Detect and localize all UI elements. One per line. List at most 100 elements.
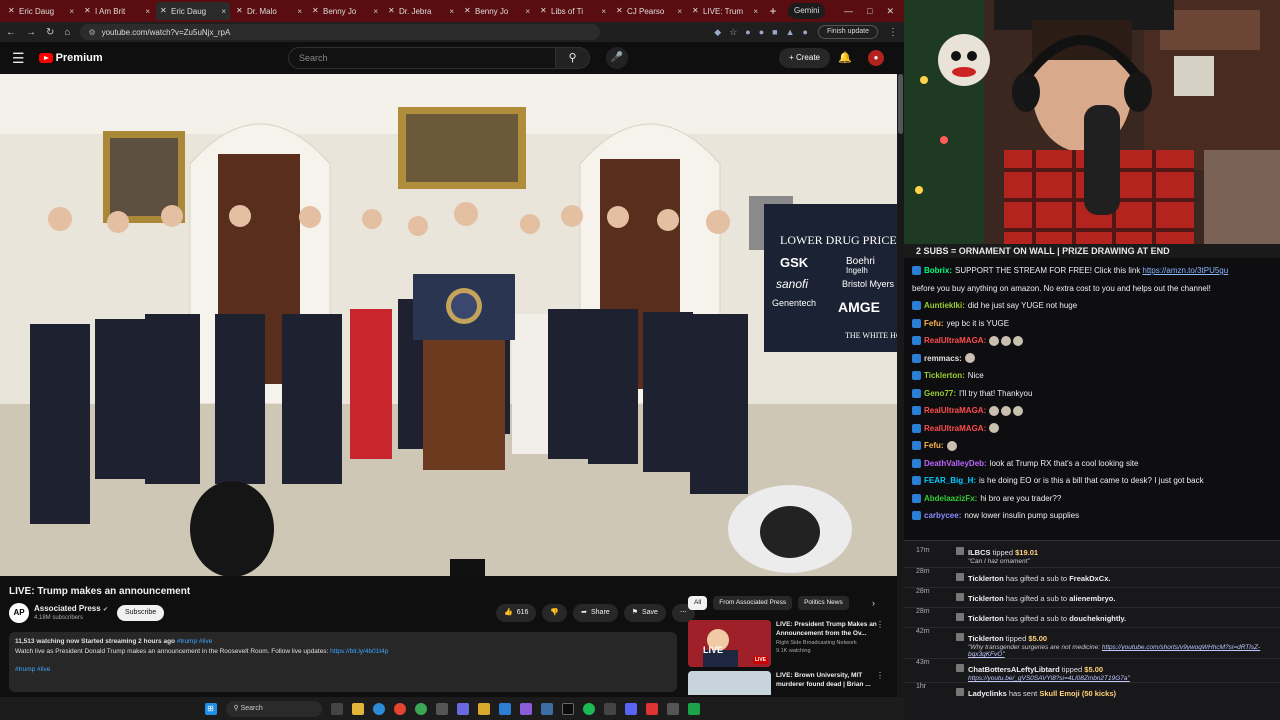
account-avatar[interactable]: ●	[868, 50, 884, 66]
finish-update-button[interactable]: Finish update	[817, 25, 878, 39]
chat-username[interactable]: Ticklerton:	[924, 367, 965, 385]
save-button[interactable]: ⚑ Save	[623, 604, 666, 622]
recommendation-thumbnail[interactable]: LIVE LIVE	[688, 620, 771, 667]
subscribe-button[interactable]: Subscribe	[117, 605, 165, 621]
channel-name[interactable]: Associated Press ✔	[34, 604, 108, 613]
app-icon[interactable]	[666, 702, 679, 715]
taskbar-search[interactable]: ⚲ Search	[225, 700, 322, 717]
chat-username[interactable]: carbycee:	[924, 507, 961, 525]
windows-start-icon[interactable]: ⊞	[204, 702, 217, 715]
recommendation-menu-icon[interactable]: ⋮	[876, 620, 884, 629]
description-inline-tags[interactable]: #trump #live	[177, 638, 212, 645]
filter-chip[interactable]: Politics News	[798, 596, 849, 610]
event-user[interactable]: Ticklerton	[968, 594, 1004, 603]
share-button[interactable]: ➦ Share	[573, 604, 618, 622]
description-link[interactable]: https://bit.ly/4b01t4p	[330, 648, 388, 655]
tab-close-icon[interactable]: ×	[297, 7, 302, 16]
video-player[interactable]: LOWER DRUG PRICES GSK Boehri Ingelh sano…	[0, 74, 897, 576]
filter-chip[interactable]: All	[688, 596, 708, 610]
app-icon[interactable]	[435, 702, 448, 715]
app-icon[interactable]	[456, 702, 469, 715]
chat-username[interactable]: RealUltraMAGA:	[924, 420, 986, 438]
browser-tab[interactable]: ✕ Eric Daug ×	[156, 2, 230, 20]
tab-close-icon[interactable]: ×	[753, 7, 758, 16]
dislike-button[interactable]: 👎	[542, 604, 568, 622]
browser-tab[interactable]: ✕ Benny Jo ×	[308, 2, 382, 20]
tab-close-icon[interactable]: ×	[221, 7, 226, 16]
tab-close-icon[interactable]: ×	[69, 7, 74, 16]
gemini-button[interactable]: Gemini	[788, 3, 826, 19]
reload-icon[interactable]: ↻	[46, 27, 54, 38]
search-button[interactable]: ⚲	[556, 47, 590, 69]
event-user[interactable]: ILBCS	[968, 548, 991, 557]
browser-tab[interactable]: ✕ CJ Pearso ×	[612, 2, 686, 20]
event-target-user[interactable]: alienembryo.	[1069, 594, 1115, 603]
extension-icon[interactable]: ●	[745, 27, 750, 38]
app-icon[interactable]	[561, 702, 574, 715]
close-icon[interactable]: ✕	[886, 6, 894, 17]
channel-avatar[interactable]: AP	[9, 603, 29, 623]
star-icon[interactable]: ☆	[729, 27, 737, 38]
tab-close-icon[interactable]: ×	[449, 7, 454, 16]
folder-icon[interactable]	[477, 702, 490, 715]
chat-username[interactable]: Fefu:	[924, 437, 944, 455]
notifications-bell-icon[interactable]: 🔔	[838, 51, 852, 64]
tab-close-icon[interactable]: ×	[525, 7, 530, 16]
forward-icon[interactable]: →	[26, 27, 36, 38]
chat-username[interactable]: FEAR_Big_H:	[924, 472, 976, 490]
recommendation-item[interactable]: LIVE: Brown University, MIT murderer fou…	[688, 671, 884, 695]
task-view-icon[interactable]	[330, 702, 343, 715]
app-icon[interactable]	[498, 702, 511, 715]
filter-chip[interactable]: From Associated Press	[713, 596, 793, 610]
extension-icon[interactable]: ◆	[714, 27, 721, 38]
chevron-right-icon[interactable]: ›	[872, 598, 875, 608]
event-user[interactable]: Ladyclinks	[968, 689, 1007, 698]
tab-close-icon[interactable]: ×	[677, 7, 682, 16]
profile-icon[interactable]: ●	[803, 27, 808, 38]
browser-tab[interactable]: ✕ I Am Brit ×	[80, 2, 154, 20]
app-icon[interactable]	[603, 702, 616, 715]
app-icon[interactable]	[645, 702, 658, 715]
chat-username[interactable]: Auntieklki:	[924, 297, 965, 315]
browser-tab[interactable]: ✕ LIVE: Trum ×	[688, 2, 762, 20]
puzzle-icon[interactable]: ▲	[786, 27, 795, 38]
chat-username[interactable]: Geno77:	[924, 385, 956, 403]
like-button[interactable]: 👍 616	[496, 604, 537, 622]
browser-tab[interactable]: ✕ Dr. Malo ×	[232, 2, 306, 20]
chat-username[interactable]: RealUltraMAGA:	[924, 402, 986, 420]
chat-link[interactable]: https://amzn.to/3tPU5gu	[1142, 262, 1228, 280]
file-explorer-icon[interactable]	[351, 702, 364, 715]
app-icon[interactable]	[540, 702, 553, 715]
app-icon[interactable]	[624, 702, 637, 715]
home-icon[interactable]: ⌂	[64, 27, 70, 38]
hamburger-menu-icon[interactable]: ☰	[12, 50, 25, 67]
description-tags[interactable]: #trump #live	[15, 665, 671, 675]
event-user[interactable]: Ticklerton	[968, 574, 1004, 583]
chat-username[interactable]: AbdelaazizFx:	[924, 490, 977, 508]
recommendation-title[interactable]: LIVE: President Trump Makes an Announcem…	[776, 620, 879, 638]
voice-search-button[interactable]: 🎤	[606, 47, 628, 69]
extension-icon[interactable]: ●	[759, 27, 764, 38]
chrome-icon[interactable]	[414, 702, 427, 715]
browser-tab[interactable]: ✕ Libs of Ti ×	[536, 2, 610, 20]
edge-icon[interactable]	[372, 702, 385, 715]
menu-dots-icon[interactable]: ⋮	[888, 27, 898, 38]
extension-icon[interactable]: ■	[772, 27, 777, 38]
chat-username[interactable]: DeathValleyDeb:	[924, 455, 987, 473]
tab-close-icon[interactable]: ×	[601, 7, 606, 16]
youtube-logo[interactable]: Premium	[38, 52, 103, 64]
browser-tab[interactable]: ✕ Dr. Jebra ×	[384, 2, 458, 20]
browser-tab[interactable]: ✕ Benny Jo ×	[460, 2, 534, 20]
app-icon[interactable]	[687, 702, 700, 715]
browser-tab[interactable]: ✕ Eric Daug ×	[4, 2, 78, 20]
site-info-icon[interactable]: ⚙	[88, 28, 95, 37]
recommendation-menu-icon[interactable]: ⋮	[876, 671, 884, 680]
event-target-user[interactable]: FreakDxCx.	[1069, 574, 1110, 583]
event-user[interactable]: Ticklerton	[968, 614, 1004, 623]
chat-username[interactable]: Fefu:	[924, 315, 944, 333]
chat-username[interactable]: RealUltraMAGA:	[924, 332, 986, 350]
event-user[interactable]: Ticklerton	[968, 634, 1004, 643]
page-scrollbar[interactable]	[897, 74, 904, 720]
app-icon[interactable]	[519, 702, 532, 715]
chat-username[interactable]: remmacs:	[924, 350, 962, 368]
